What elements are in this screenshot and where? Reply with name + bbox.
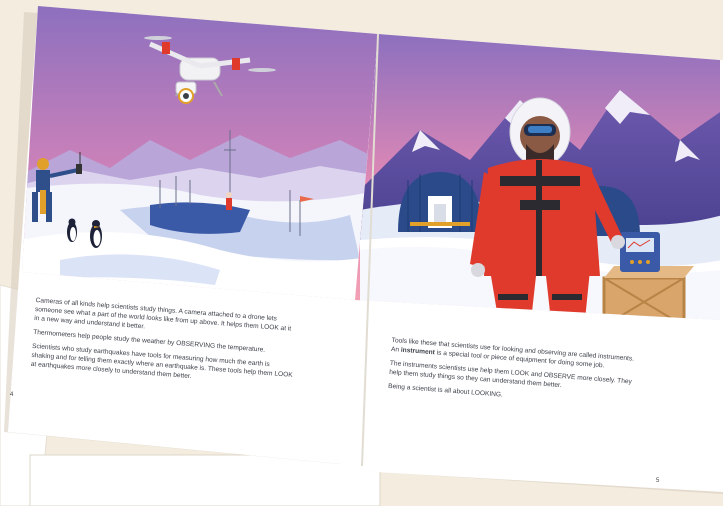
page-number-left: 4 xyxy=(10,392,14,398)
book-spread-illustration xyxy=(0,0,723,506)
radio-device-icon xyxy=(620,232,660,272)
instrument-term: instrument xyxy=(400,346,436,357)
page-number-right: 5 xyxy=(656,478,660,484)
